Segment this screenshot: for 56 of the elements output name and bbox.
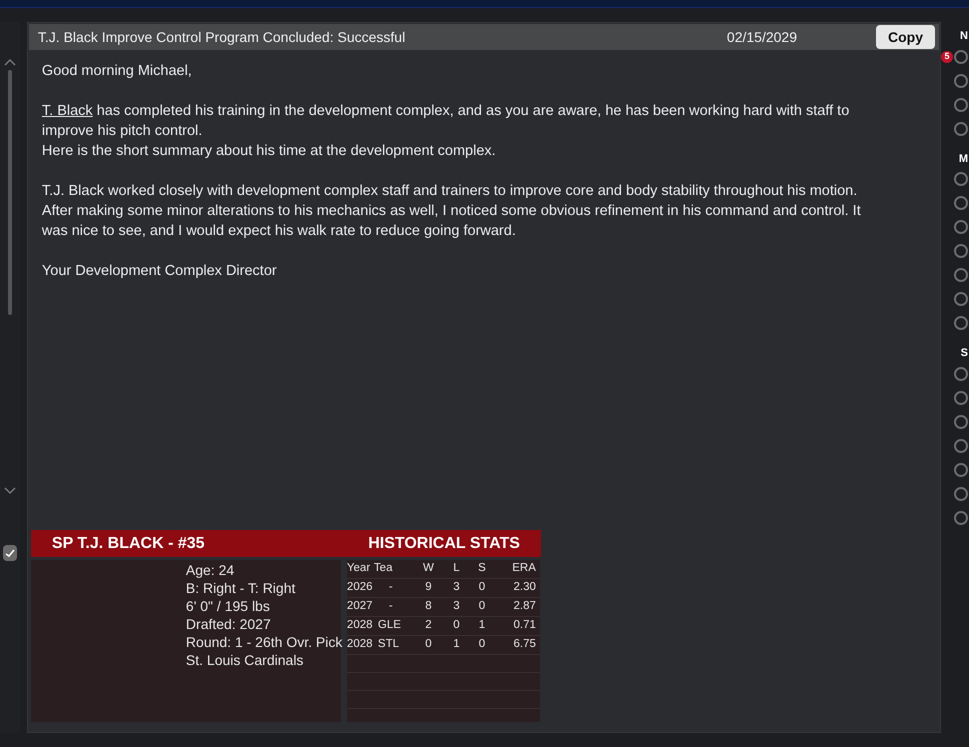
table-cell-text: 1 bbox=[478, 618, 486, 634]
table-cell-text: 9 bbox=[424, 580, 433, 596]
checkbox[interactable] bbox=[2, 545, 17, 561]
section-label: M bbox=[958, 152, 968, 166]
table-cell-text: 2 bbox=[424, 618, 433, 634]
player-info-line: St. Louis Cardinals bbox=[186, 651, 304, 669]
column-header: Year bbox=[346, 561, 372, 576]
table-cell-text: GLE bbox=[378, 618, 402, 634]
table-cell-text: 6.75 bbox=[512, 637, 537, 652]
stats-title: HISTORICAL STATS bbox=[368, 534, 520, 554]
column-header: Tea bbox=[374, 561, 394, 576]
copy-button[interactable]: Copy bbox=[876, 25, 935, 49]
check-icon bbox=[4, 548, 15, 558]
player-name: SP T.J. BLACK - #35 bbox=[52, 534, 205, 554]
table-cell-text: 3 bbox=[452, 580, 461, 596]
table-cell-text: - bbox=[388, 599, 394, 614]
table-cell-text: 2026 bbox=[346, 580, 374, 596]
message-paragraph: T.J. Black worked closely with development complex staff and trainers to improve core and body stability throughout his motion. After making some minor alterations to his mechanics as well, I noticed some obvious refinement in his command and control. It was nice to see, and I would expect his walk rate to reduce going forward. bbox=[42, 182, 862, 241]
player-info-line: Round: 1 - 26th Ovr. Pick bbox=[186, 633, 341, 651]
table-cell-text: 2.87 bbox=[512, 599, 537, 614]
player-info-line: 6' 0" / 195 lbs bbox=[186, 597, 271, 615]
scroll-down-icon[interactable] bbox=[4, 487, 16, 495]
table-cell-text: 3 bbox=[452, 599, 461, 614]
table-cell-text: STL bbox=[378, 637, 400, 652]
section-label: S bbox=[960, 346, 968, 361]
table-cell-text: 1 bbox=[452, 637, 461, 652]
player-info-line: B: Right - T: Right bbox=[186, 579, 296, 597]
table-cell-text: 0 bbox=[478, 580, 486, 596]
column-header: W bbox=[422, 561, 435, 576]
notification-badge: 5 bbox=[941, 50, 953, 62]
player-info-line: Drafted: 2027 bbox=[186, 615, 272, 633]
player-link[interactable]: T. Black bbox=[42, 103, 93, 119]
table-cell-text: 0.71 bbox=[512, 618, 537, 634]
message-date: 02/15/2029 bbox=[726, 28, 797, 46]
message-paragraph: Your Development Complex Director bbox=[42, 262, 278, 281]
player-info-line: Age: 24 bbox=[186, 561, 236, 579]
section-label: N bbox=[960, 29, 968, 44]
table-cell-text: 2027 bbox=[346, 599, 374, 614]
column-header: L bbox=[452, 561, 461, 576]
message-title: T.J. Black Improve Control Program Concluded: Successful bbox=[38, 28, 406, 47]
table-cell-text: 2028 bbox=[346, 618, 374, 634]
table-cell-text: - bbox=[388, 580, 394, 596]
table-cell-text: 2.30 bbox=[512, 580, 537, 596]
message-paragraph: T. Black has completed his training in the development complex, and as you are aware, he has been working hard with staff to improve his pitch control. bbox=[42, 102, 850, 141]
table-cell-text: 0 bbox=[452, 618, 461, 634]
table-cell-text: 0 bbox=[424, 637, 433, 652]
scroll-up-icon[interactable] bbox=[4, 58, 16, 66]
column-header: S bbox=[477, 561, 487, 576]
table-cell-text: 0 bbox=[478, 637, 486, 652]
column-header: ERA bbox=[511, 561, 537, 576]
message-paragraph: Here is the short summary about his time at the development complex. bbox=[42, 142, 497, 161]
table-cell-text: 2028 bbox=[346, 637, 374, 652]
greeting-text: Good morning Michael, bbox=[42, 62, 193, 81]
table-cell-text: 0 bbox=[478, 599, 486, 614]
scrollbar-thumb[interactable] bbox=[8, 70, 12, 315]
table-cell-text: 8 bbox=[424, 599, 433, 614]
